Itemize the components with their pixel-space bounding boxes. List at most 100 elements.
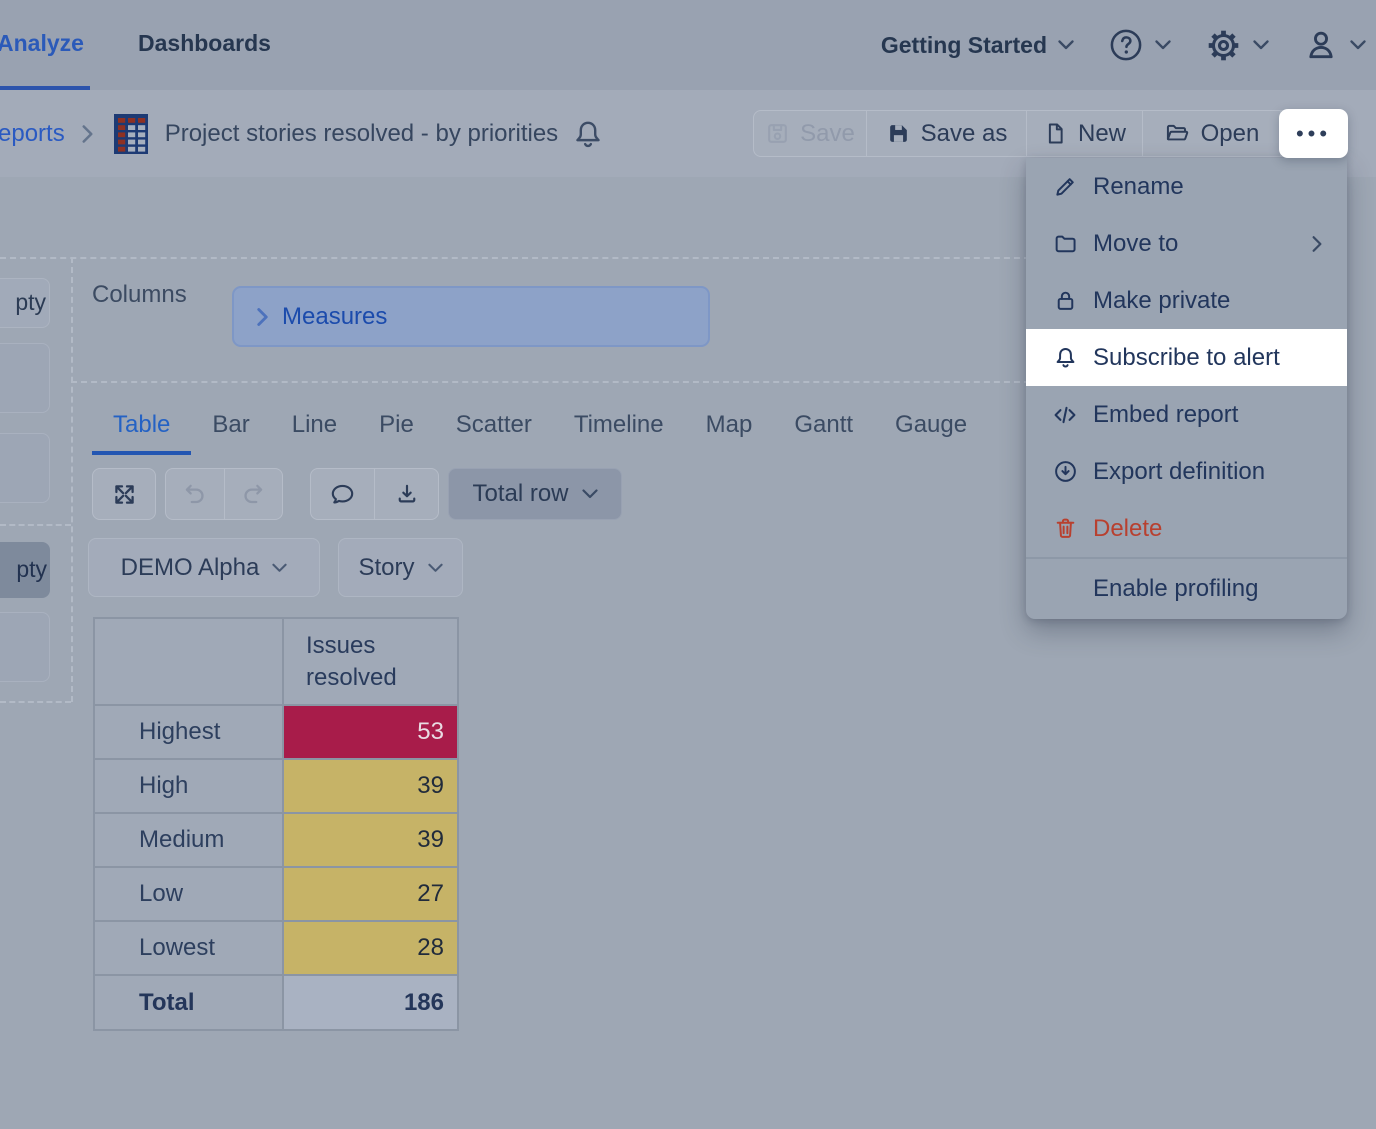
breadcrumb: eports Project stories resolved - by pri… (0, 90, 604, 177)
chevron-right-icon (1311, 235, 1323, 253)
comment-download-group (310, 468, 439, 520)
redo-button[interactable] (225, 469, 283, 519)
cell-value-medium[interactable]: 39 (283, 813, 458, 867)
menu-item-embed-report[interactable]: Embed report (1026, 386, 1347, 443)
help-icon (1108, 27, 1144, 63)
tab-gantt[interactable]: Gantt (773, 399, 874, 455)
cell-value-lowest[interactable]: 28 (283, 921, 458, 975)
help-button[interactable] (1108, 27, 1171, 63)
menu-item-label: Move to (1093, 230, 1178, 258)
getting-started-label: Getting Started (881, 32, 1047, 59)
tab-gauge[interactable]: Gauge (874, 399, 988, 455)
measures-chip-label: Measures (282, 303, 387, 331)
cell-value-highest[interactable]: 53 (283, 705, 458, 759)
nav-tab-dashboards[interactable]: Dashboards (138, 30, 271, 57)
row-label-lowest[interactable]: Lowest (94, 921, 283, 975)
undo-icon (182, 481, 208, 507)
menu-item-enable-profiling[interactable]: Enable profiling (1026, 559, 1347, 619)
menu-item-move-to[interactable]: Move to (1026, 215, 1347, 272)
user-button[interactable] (1303, 27, 1366, 63)
row-label-low[interactable]: Low (94, 867, 283, 921)
menu-item-make-private[interactable]: Make private (1026, 272, 1347, 329)
cell-value-low[interactable]: 27 (283, 867, 458, 921)
save-as-button[interactable]: Save as (866, 111, 1026, 156)
layout-dashed-top (0, 257, 1030, 259)
tab-timeline[interactable]: Timeline (553, 399, 685, 455)
save-as-label: Save as (921, 120, 1008, 148)
row-label-highest[interactable]: Highest (94, 705, 283, 759)
total-row-dropdown[interactable]: Total row (448, 468, 622, 520)
cell-value-total[interactable]: 186 (283, 975, 458, 1030)
tab-scatter[interactable]: Scatter (435, 399, 553, 455)
total-row-label: Total row (472, 480, 568, 508)
save-button[interactable]: Save (754, 111, 866, 156)
row-label-high[interactable]: High (94, 759, 283, 813)
menu-item-label: Enable profiling (1093, 575, 1258, 603)
topbar-actions: Getting Started (881, 0, 1366, 90)
tab-pie[interactable]: Pie (358, 399, 435, 455)
empty-drop-zone[interactable] (0, 433, 50, 503)
gear-icon (1205, 27, 1242, 64)
user-icon (1303, 27, 1339, 63)
table-total-row: Total 186 (94, 975, 458, 1030)
settings-button[interactable] (1205, 27, 1269, 64)
undo-redo-group (165, 468, 283, 520)
getting-started-button[interactable]: Getting Started (881, 32, 1074, 59)
menu-item-rename[interactable]: Rename (1026, 158, 1347, 215)
save-label: Save (800, 120, 855, 148)
tab-table[interactable]: Table (92, 399, 191, 455)
menu-item-label: Make private (1093, 287, 1230, 315)
ellipsis-icon: ••• (1296, 121, 1331, 147)
chart-type-tabs: Table Bar Line Pie Scatter Timeline Map … (92, 399, 988, 455)
report-table-icon (114, 114, 148, 154)
breadcrumb-reports-link[interactable]: eports (0, 120, 65, 148)
menu-item-subscribe-to-alert[interactable]: Subscribe to alert (1026, 329, 1347, 386)
project-dimension-dropdown[interactable]: DEMO Alpha (88, 538, 320, 597)
menu-item-delete[interactable]: Delete (1026, 500, 1347, 557)
chevron-down-icon (1155, 40, 1171, 50)
redo-icon (240, 481, 266, 507)
empty-drop-zone[interactable] (0, 612, 50, 682)
table-row: Lowest 28 (94, 921, 458, 975)
chevron-down-icon (1350, 40, 1366, 50)
left-area-dashed-divider (0, 524, 71, 526)
comment-icon (329, 481, 356, 508)
chevron-down-icon (1253, 40, 1269, 50)
empty-drop-zone[interactable] (0, 343, 50, 413)
report-actions-group: Save Save as New Open (753, 110, 1347, 157)
comment-button[interactable] (311, 469, 374, 519)
menu-item-label: Rename (1093, 173, 1184, 201)
left-empty-chip[interactable]: pty (0, 278, 50, 328)
new-label: New (1078, 120, 1126, 148)
left-empty-chip-selected[interactable]: pty (0, 542, 50, 598)
layout-dashed-vertical (71, 257, 73, 702)
more-actions-button[interactable]: ••• (1279, 109, 1348, 158)
tab-line[interactable]: Line (271, 399, 358, 455)
cell-value-high[interactable]: 39 (283, 759, 458, 813)
chevron-down-icon (428, 563, 443, 573)
tab-map[interactable]: Map (685, 399, 774, 455)
breadcrumb-chevron-icon (81, 124, 94, 144)
measures-chip[interactable]: Measures (232, 286, 710, 347)
open-label: Open (1201, 120, 1260, 148)
measure-column-header[interactable]: Issues resolved (283, 618, 458, 705)
menu-item-export-definition[interactable]: Export definition (1026, 443, 1347, 500)
nav-tab-analyze[interactable]: Analyze (0, 30, 84, 57)
code-icon (1052, 402, 1078, 428)
row-label-total[interactable]: Total (94, 975, 283, 1030)
new-button[interactable]: New (1026, 111, 1142, 156)
fullscreen-button[interactable] (92, 468, 156, 520)
download-button[interactable] (375, 469, 438, 519)
undo-button[interactable] (166, 469, 224, 519)
alert-bell-icon[interactable] (572, 116, 604, 152)
project-dimension-label: DEMO Alpha (121, 554, 260, 582)
issue-type-dropdown[interactable]: Story (338, 538, 463, 597)
row-label-medium[interactable]: Medium (94, 813, 283, 867)
columns-area-dashed-bottom (71, 381, 1030, 383)
table-row: Medium 39 (94, 813, 458, 867)
lock-icon (1052, 288, 1078, 313)
table-row: Highest 53 (94, 705, 458, 759)
menu-item-label: Embed report (1093, 401, 1238, 429)
open-button[interactable]: Open (1142, 111, 1280, 156)
tab-bar[interactable]: Bar (191, 399, 270, 455)
